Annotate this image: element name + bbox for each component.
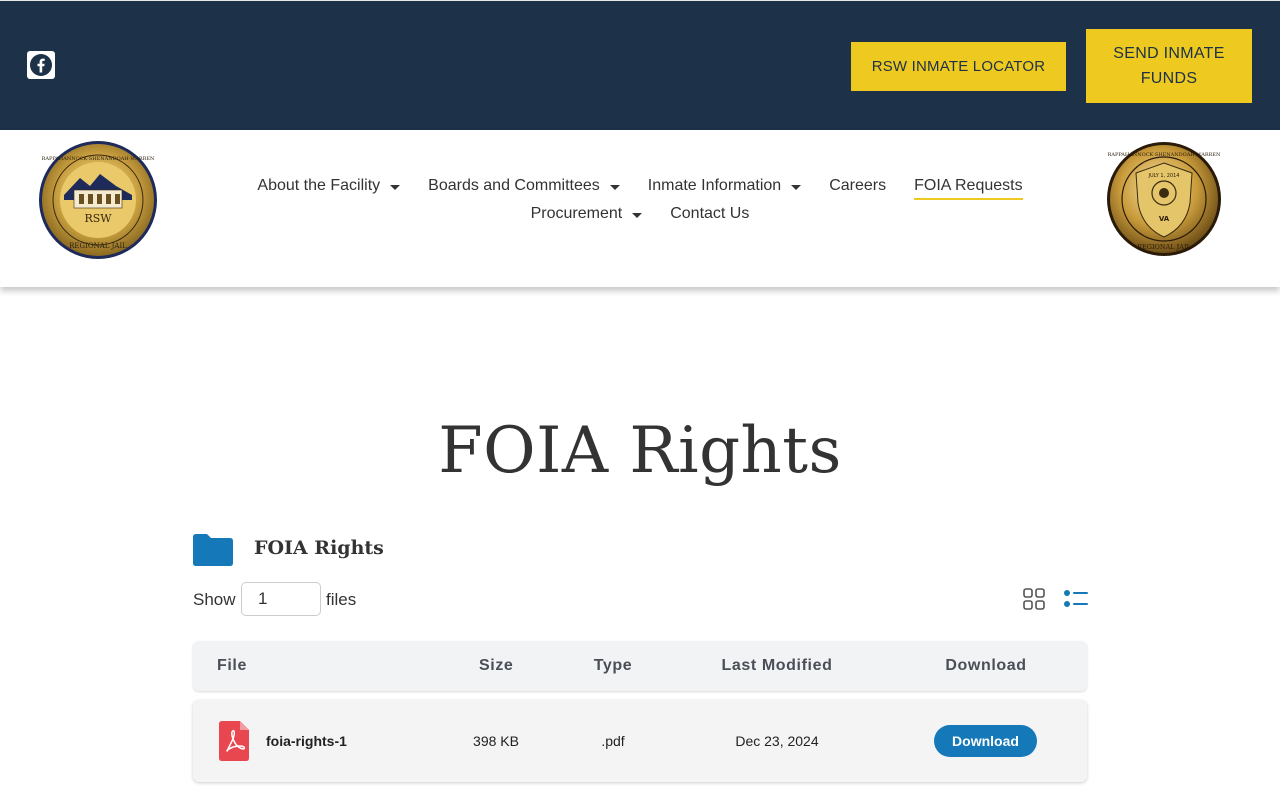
file-last-modified: Dec 23, 2024 [735,733,819,749]
nav-label: FOIA Requests [914,177,1023,194]
svg-text:RAPPAHANNOCK·SHENANDOAH·WARREN: RAPPAHANNOCK·SHENANDOAH·WARREN [42,156,155,162]
table-row: foia-rights-1 398 KB .pdf Dec 23, 2024 D… [193,700,1087,782]
page-title: FOIA Rights [438,414,842,488]
pdf-file-icon [219,721,249,761]
grid-view-icon[interactable] [1023,588,1045,610]
inmate-locator-button[interactable]: RSW INMATE LOCATOR [851,42,1066,91]
nav-label: Procurement [530,205,623,222]
svg-text:RAPPAHANNOCK·SHENANDOAH·WARREN: RAPPAHANNOCK·SHENANDOAH·WARREN [1108,152,1221,158]
nav-careers[interactable]: Careers [815,172,900,200]
list-view-icon[interactable] [1063,588,1088,610]
nav-contact-us[interactable]: Contact Us [656,200,763,228]
column-header-download: Download [945,657,1027,674]
caret-down-icon [791,184,802,190]
caret-down-icon [632,212,643,218]
svg-text:JULY 1, 2014: JULY 1, 2014 [1148,173,1180,179]
show-label: Show [193,590,236,609]
rsw-regional-jail-logo[interactable]: RSW REGIONAL JAIL RAPPAHANNOCK·SHENANDOA… [38,140,158,260]
column-header-last-modified[interactable]: Last Modified [718,641,836,691]
facebook-icon[interactable] [27,51,55,79]
column-header-size[interactable]: Size [479,641,513,691]
nav-inmate-information[interactable]: Inmate Information [634,172,815,200]
nav-label: About the Facility [257,177,381,194]
svg-text:REGIONAL JAIL: REGIONAL JAIL [69,242,127,250]
nav-boards-committees[interactable]: Boards and Committees [414,172,634,200]
file-type: .pdf [601,733,625,749]
svg-text:RSW: RSW [84,212,112,225]
svg-text:VA: VA [1159,215,1170,223]
column-header-type[interactable]: Type [593,641,633,691]
file-size: 398 KB [473,733,519,749]
nav-label: Inmate Information [647,177,782,194]
files-per-page-input[interactable] [241,582,321,616]
regional-jail-badge-logo: JULY 1, 2014 VA REGIONAL JAIL RAPPAHANNO… [1107,142,1221,256]
folder-name: FOIA Rights [254,537,384,559]
nav-procurement[interactable]: Procurement [517,200,657,228]
nav-label: Careers [829,177,887,194]
file-table-header: File Size Type Last Modified Download [193,641,1087,691]
nav-about-facility[interactable]: About the Facility [243,172,414,200]
files-label: files [326,590,357,609]
file-name-link[interactable]: foia-rights-1 [266,700,347,782]
nav-foia-requests[interactable]: FOIA Requests [900,172,1037,200]
download-button[interactable]: Download [934,725,1037,757]
send-inmate-funds-button[interactable]: SEND INMATE FUNDS [1086,29,1252,103]
svg-text:REGIONAL JAIL: REGIONAL JAIL [1137,243,1191,251]
column-header-file[interactable]: File [217,641,247,691]
nav-label: Boards and Committees [428,177,600,194]
caret-down-icon [390,184,401,190]
nav-row-2: Procurement Contact Us [200,200,1080,228]
caret-down-icon [609,184,620,190]
top-bar: RSW INMATE LOCATOR SEND INMATE FUNDS [0,0,1280,130]
nav-row-1: About the Facility Boards and Committees… [200,172,1080,200]
nav-label: Contact Us [670,205,750,222]
main-navigation: About the Facility Boards and Committees… [200,172,1080,228]
main-header: RSW REGIONAL JAIL RAPPAHANNOCK·SHENANDOA… [0,130,1280,287]
folder-icon [193,534,233,566]
